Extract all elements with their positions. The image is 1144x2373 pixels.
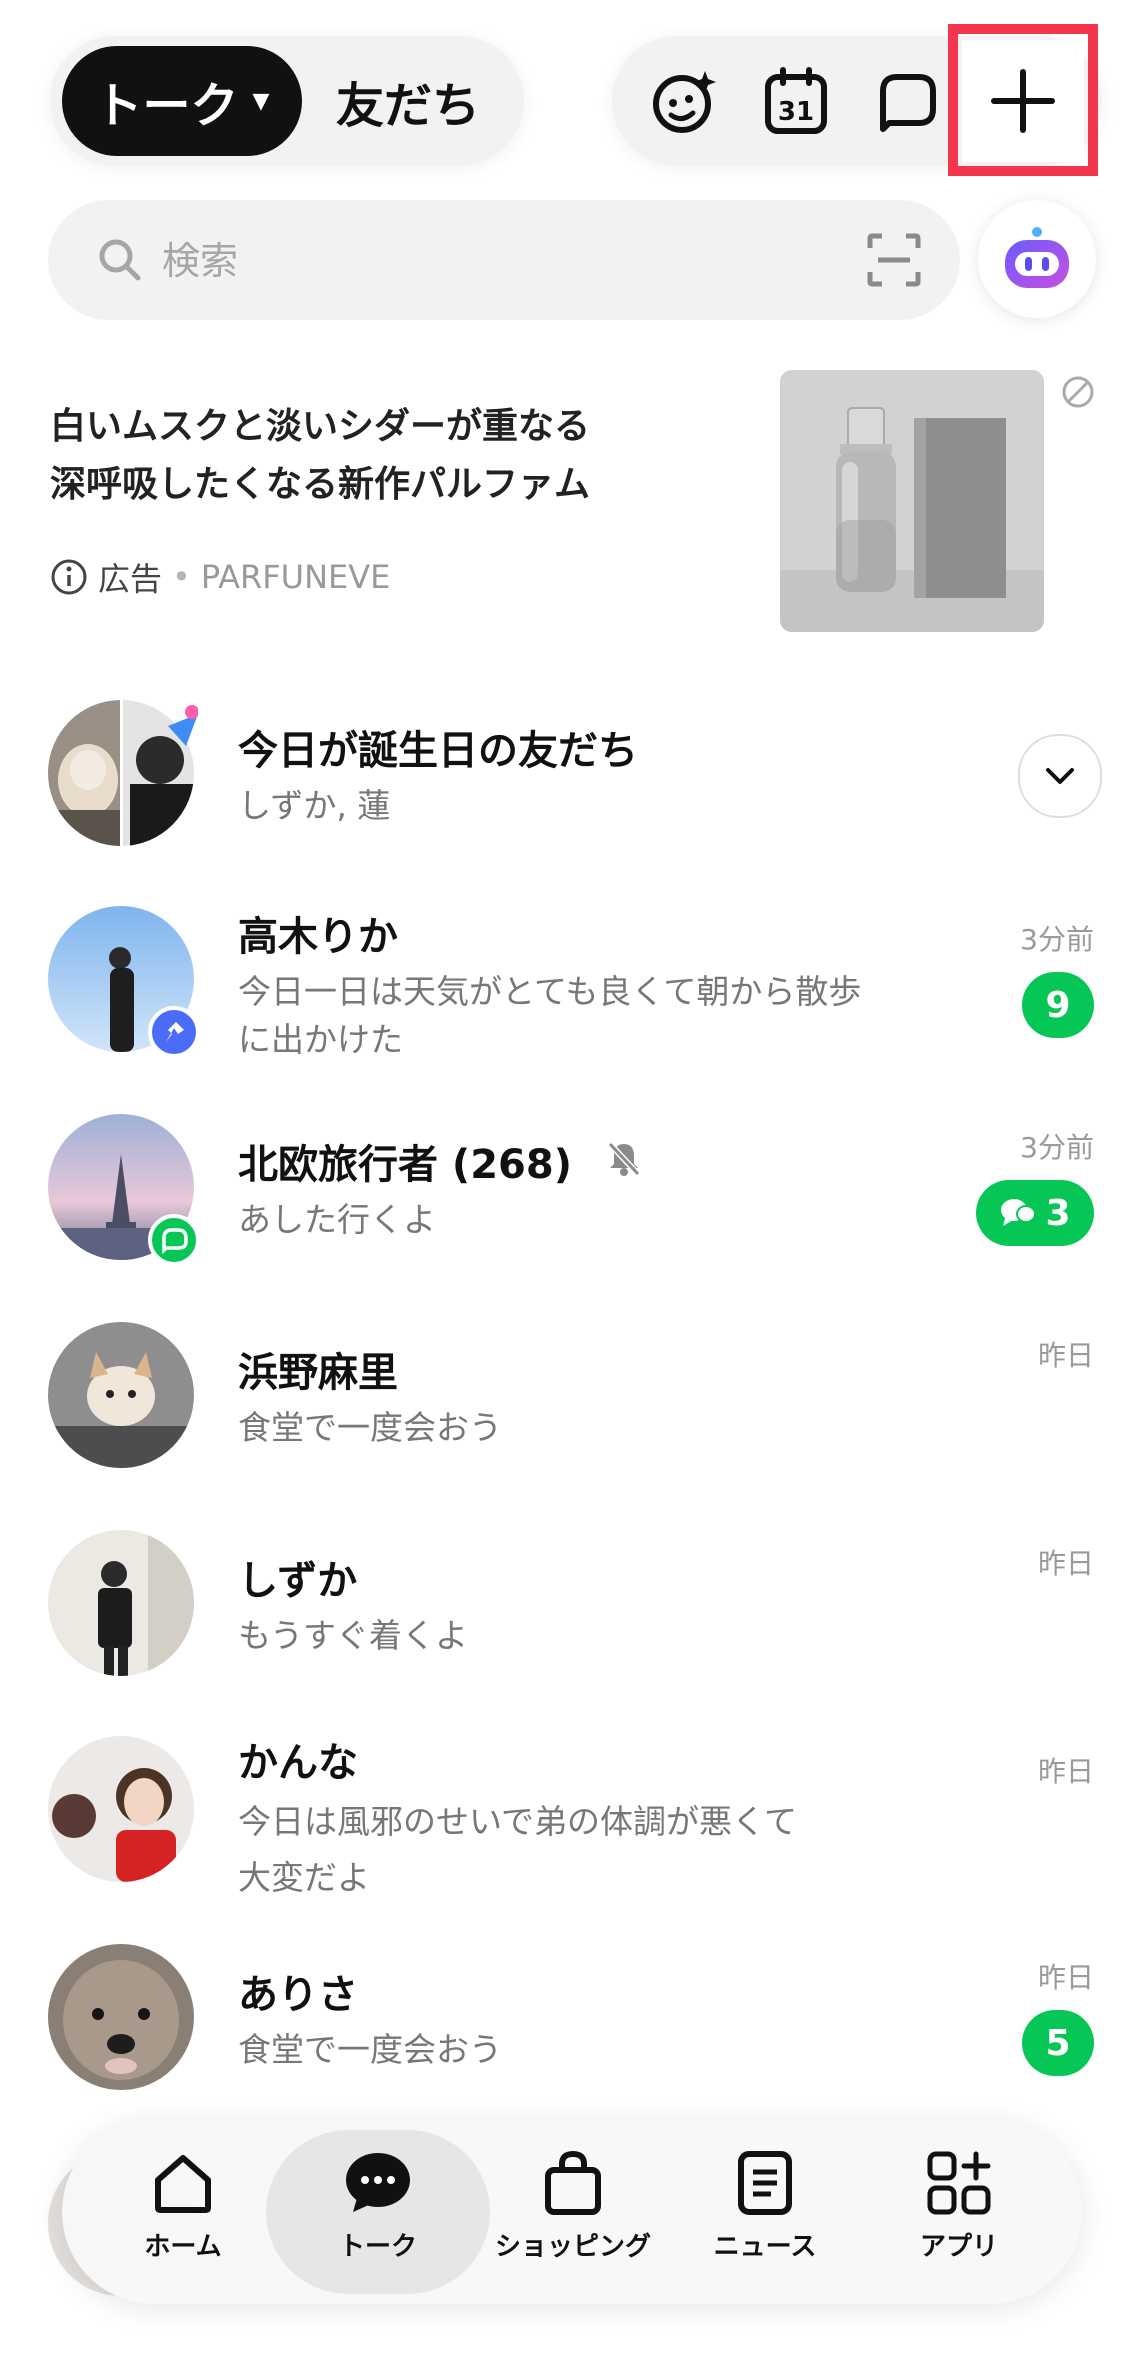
- expand-birthday-button[interactable]: [1018, 734, 1102, 818]
- ad-image[interactable]: [780, 370, 1044, 632]
- birthday-title[interactable]: 今日が誕生日の友だち: [238, 718, 638, 776]
- calendar-icon[interactable]: 31: [754, 60, 838, 144]
- chat-name[interactable]: かんな: [238, 1730, 358, 1788]
- chat-avatar[interactable]: [48, 906, 200, 1058]
- chat-avatar[interactable]: [48, 1736, 194, 1882]
- nav-apps[interactable]: アプリ: [864, 2150, 1054, 2280]
- mute-icon: [604, 1138, 644, 1182]
- chat-name[interactable]: 高木りか: [238, 904, 398, 962]
- robot-icon: [1005, 227, 1069, 288]
- unread-count: 3: [1045, 1192, 1071, 1234]
- chat-bubble-icon: [346, 2153, 410, 2212]
- ad-label: 広告: [98, 560, 163, 598]
- nav-news-label: ニュース: [713, 2232, 817, 2262]
- chat-preview: 今日一日は天気がとても良くて朝から散歩 に出かけた: [238, 968, 958, 1064]
- ad-meta: 広告 • PARFUNEVE: [50, 552, 390, 602]
- birthday-names: しずか, 蓮: [238, 786, 391, 825]
- news-icon: [738, 2151, 792, 2215]
- tab-talk-label: トーク: [94, 78, 239, 134]
- group-chat-icon: [1001, 1199, 1037, 1226]
- unread-badge: 3: [976, 1180, 1094, 1246]
- chat-time: 3分前: [1020, 923, 1094, 956]
- chat-time: 3分前: [1020, 1131, 1094, 1164]
- ad-headline[interactable]: 白いムスクと淡いシダーが重なる 深呼吸したくなる新作パルファム: [50, 398, 750, 514]
- chat-preview: あした行くよ: [238, 1200, 436, 1239]
- ad-headline-line1: 白いムスクと淡いシダーが重なる: [50, 406, 591, 447]
- face-sparkle-icon[interactable]: [642, 60, 726, 144]
- search-input[interactable]: [160, 224, 764, 298]
- speech-bubble-icon[interactable]: [866, 60, 950, 144]
- ad-advertiser: PARFUNEVE: [200, 558, 391, 596]
- nav-shopping[interactable]: ショッピング: [478, 2150, 668, 2280]
- tab-talk[interactable]: トーク ▼: [62, 46, 302, 156]
- chat-preview: もうすぐ着くよ: [238, 1616, 469, 1655]
- nav-talk[interactable]: トーク: [283, 2150, 473, 2280]
- chat-avatar[interactable]: [48, 1322, 194, 1468]
- nav-home-label: ホーム: [144, 2232, 222, 2262]
- chat-time: 昨日: [1037, 1547, 1094, 1580]
- chevron-down-icon: [1046, 768, 1074, 784]
- chat-name[interactable]: しずか: [238, 1548, 357, 1606]
- chat-time: 昨日: [1037, 1339, 1094, 1372]
- birthday-avatars[interactable]: [48, 700, 199, 846]
- chat-preview-line2: に出かけた: [238, 1020, 403, 1059]
- nav-talk-label: トーク: [338, 2232, 417, 2262]
- chat-preview-line1: 今日は風邪のせいで弟の体調が悪くて: [238, 1802, 798, 1841]
- chat-time: 昨日: [1037, 1755, 1094, 1788]
- tab-friends[interactable]: 友だち: [318, 46, 498, 156]
- chat-preview-line2: 大変だよ: [238, 1858, 370, 1897]
- apps-grid-icon: [927, 2151, 991, 2215]
- hide-ad-icon[interactable]: [1060, 374, 1096, 414]
- chat-avatar[interactable]: [48, 1114, 200, 1266]
- nav-news[interactable]: ニュース: [670, 2150, 860, 2280]
- info-icon[interactable]: [50, 558, 88, 596]
- nav-shopping-label: ショッピング: [494, 2232, 651, 2262]
- ad-headline-line2: 深呼吸したくなる新作パルファム: [50, 464, 591, 505]
- separator-dot: •: [172, 558, 191, 596]
- chat-preview: 今日は風邪のせいで弟の体調が悪くて 大変だよ: [238, 1794, 958, 1906]
- chat-name[interactable]: 浜野麻里: [238, 1340, 398, 1398]
- chat-preview: 食堂で一度会おう: [238, 1408, 502, 1447]
- caret-down-icon: ▼: [252, 88, 270, 114]
- chat-time: 昨日: [1037, 1961, 1094, 1994]
- calendar-day-number: 31: [778, 97, 814, 127]
- unread-badge: 9: [1022, 972, 1094, 1038]
- chat-name[interactable]: ありさ: [238, 1962, 358, 2020]
- chat-preview-line1: 今日一日は天気がとても良くて朝から散歩: [238, 972, 862, 1011]
- tab-friends-label: 友だち: [335, 78, 480, 134]
- ai-assistant-button[interactable]: [978, 200, 1096, 318]
- highlight-box: [948, 24, 1098, 176]
- qr-scan-icon[interactable]: [866, 232, 922, 292]
- unread-badge: 5: [1022, 2010, 1094, 2076]
- shopping-bag-icon: [545, 2150, 601, 2215]
- chat-name[interactable]: 北欧旅行者 (268): [238, 1132, 572, 1190]
- chat-avatar[interactable]: [48, 1530, 194, 1676]
- chat-avatar[interactable]: [48, 1944, 194, 2090]
- search-icon: [96, 236, 144, 288]
- chat-preview: 食堂で一度会おう: [238, 2030, 502, 2069]
- nav-home[interactable]: ホーム: [88, 2150, 278, 2280]
- nav-apps-label: アプリ: [919, 2232, 998, 2262]
- home-icon: [155, 2155, 211, 2213]
